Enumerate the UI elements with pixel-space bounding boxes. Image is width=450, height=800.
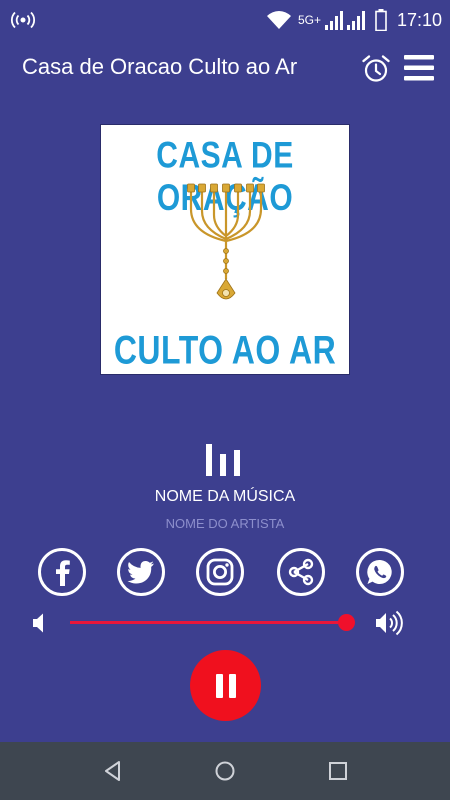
twitter-button[interactable] <box>117 548 165 596</box>
wifi-icon <box>266 11 291 29</box>
status-icons: 5G+ 17:10 <box>266 8 442 32</box>
facebook-button[interactable] <box>38 548 86 596</box>
signal-icon <box>346 11 365 30</box>
volume-slider-thumb[interactable] <box>338 614 355 631</box>
share-button[interactable] <box>277 548 325 596</box>
status-bar: 5G+ 17:10 <box>0 0 450 40</box>
album-art-subtitle: CULTO AO AR <box>113 327 337 372</box>
app-title: Casa de Oracao Culto ao Ar <box>22 54 298 79</box>
twitter-icon <box>127 561 154 584</box>
app-bar: Casa de Oracao Culto ao Ar <box>0 40 450 96</box>
whatsapp-button[interactable] <box>356 548 404 596</box>
volume-down-icon[interactable] <box>30 612 50 634</box>
pause-button[interactable] <box>190 650 261 721</box>
share-icon <box>288 558 314 586</box>
alarm-clock-icon[interactable] <box>361 54 391 84</box>
menorah-icon <box>187 183 265 300</box>
volume-slider-fill <box>70 621 346 624</box>
menu-icon[interactable] <box>403 53 435 83</box>
home-icon[interactable] <box>213 759 237 783</box>
album-art: CASA DE ORAÇÃO CULTO AO AR <box>100 124 350 375</box>
pause-icon <box>228 673 236 698</box>
navigation-bar <box>0 742 450 800</box>
back-icon[interactable] <box>101 759 125 783</box>
facebook-icon <box>56 560 70 586</box>
song-title: NOME DA MÚSICA <box>154 488 296 505</box>
volume-slider[interactable] <box>70 614 355 631</box>
network-type: 5G+ <box>297 13 321 27</box>
pause-icon <box>215 673 223 698</box>
battery-icon <box>375 9 387 31</box>
equalizer-icon <box>206 444 240 476</box>
clock: 17:10 <box>396 9 442 30</box>
volume-up-icon[interactable] <box>374 610 404 636</box>
instagram-button[interactable] <box>196 548 244 596</box>
whatsapp-icon <box>367 559 392 584</box>
signal-icon <box>324 11 343 30</box>
recents-icon[interactable] <box>326 759 350 783</box>
artist-name: NOME DO ARTISTA <box>165 516 285 531</box>
broadcast-icon <box>11 11 35 29</box>
instagram-icon <box>206 558 234 586</box>
